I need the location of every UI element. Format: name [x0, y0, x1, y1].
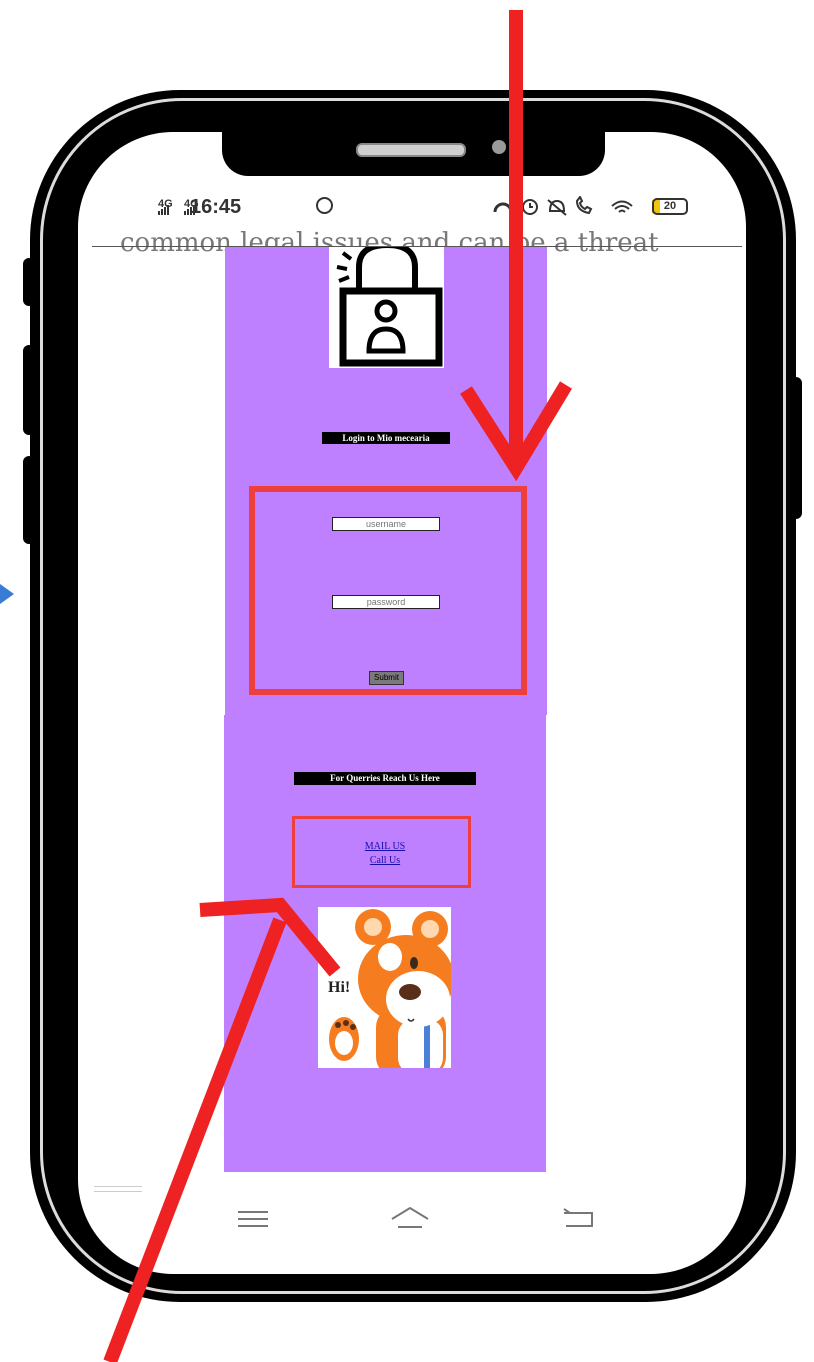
- side-pointer-icon: [0, 584, 14, 604]
- annotation-arrows: [0, 10, 572, 1362]
- arrow-up-shaft: [103, 917, 287, 1362]
